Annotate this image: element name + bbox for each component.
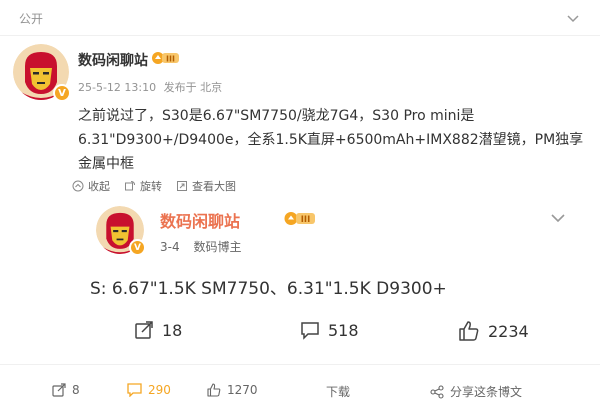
post-date[interactable]: 25-5-12 13:10: [78, 81, 156, 94]
view-large-button[interactable]: 查看大图: [176, 178, 236, 194]
like-button[interactable]: 1270: [207, 383, 258, 397]
quoted-stats: 18 518 2234: [78, 320, 600, 346]
level-badge-icon: III: [284, 212, 315, 225]
share-button[interactable]: 分享这条博文: [430, 383, 522, 400]
quoted-comment-count: 518: [328, 320, 359, 340]
collapse-icon: [72, 180, 84, 192]
quoted-author-name[interactable]: 数码闲聊站: [160, 208, 240, 232]
chevron-down-icon[interactable]: [565, 10, 581, 26]
quoted-meta: 3-4 数码博主: [160, 238, 251, 255]
repost-icon: [52, 383, 66, 397]
post-body: 之前说过了，S30是6.67"SM7750/骁龙7G4，S30 Pro mini…: [78, 108, 584, 172]
quoted-repost-count: 18: [162, 320, 183, 340]
download-button[interactable]: 下载: [326, 383, 350, 400]
quoted-avatar[interactable]: V: [96, 206, 146, 256]
view-large-icon: [177, 181, 187, 191]
post-source: 发布于 北京: [163, 81, 223, 94]
comment-button[interactable]: 290: [127, 383, 171, 397]
download-label: 下载: [326, 385, 351, 399]
comment-icon: [301, 322, 319, 340]
author-name[interactable]: 数码闲聊站: [78, 50, 148, 70]
level-text: III: [166, 55, 175, 64]
quoted-role: 数码博主: [193, 240, 242, 254]
avatar[interactable]: V: [13, 44, 71, 102]
rotate-icon: [125, 181, 135, 191]
share-label: 分享这条博文: [450, 385, 523, 399]
post-footer: 8 290 1270 下载 分享这条博文: [0, 364, 600, 410]
level-badge-icon: III: [152, 52, 179, 64]
quoted-date[interactable]: 3-4: [160, 240, 180, 254]
like-count: 1270: [227, 383, 258, 397]
quoted-body: S: 6.67"1.5K SM7750、6.31"1.5K D9300+: [90, 279, 447, 299]
thumbs-up-icon: [207, 383, 221, 397]
collapse-label: 收起: [88, 180, 110, 193]
quoted-post[interactable]: V 数码闲聊站 III 3-4 数码博主 S: 6.67"1.5K SM7750…: [78, 196, 600, 364]
visibility-label: 公开: [19, 12, 44, 26]
repost-count: 8: [72, 383, 80, 397]
quoted-like-button[interactable]: 2234: [458, 320, 529, 342]
chevron-down-icon[interactable]: [548, 208, 568, 228]
view-large-label: 查看大图: [192, 180, 236, 193]
verified-badge: V: [53, 84, 71, 102]
comment-count: 290: [148, 383, 171, 397]
rotate-label: 旋转: [140, 180, 162, 193]
quoted-comment-button[interactable]: 518: [300, 320, 359, 340]
thumbs-up-icon: [459, 321, 479, 341]
collapse-button[interactable]: 收起: [72, 178, 110, 194]
comment-icon: [127, 383, 142, 397]
post-meta: 25-5-12 13:10 发布于 北京: [78, 79, 226, 95]
post-card: 公开 V 数码闲聊站 III 25-5-12 13:10 发布于 北京 之前说过…: [0, 0, 600, 410]
share-icon: [430, 384, 444, 399]
repost-button[interactable]: 8: [52, 383, 80, 397]
rotate-button[interactable]: 旋转: [124, 178, 162, 194]
image-actions: 收起 旋转 查看大图: [72, 177, 236, 195]
quoted-repost-button[interactable]: 18: [134, 320, 182, 340]
quoted-like-count: 2234: [488, 321, 529, 341]
verified-badge: V: [129, 239, 146, 256]
post-header-bar: 公开: [0, 0, 600, 36]
repost-icon: [135, 321, 153, 339]
level-text: III: [301, 215, 311, 225]
